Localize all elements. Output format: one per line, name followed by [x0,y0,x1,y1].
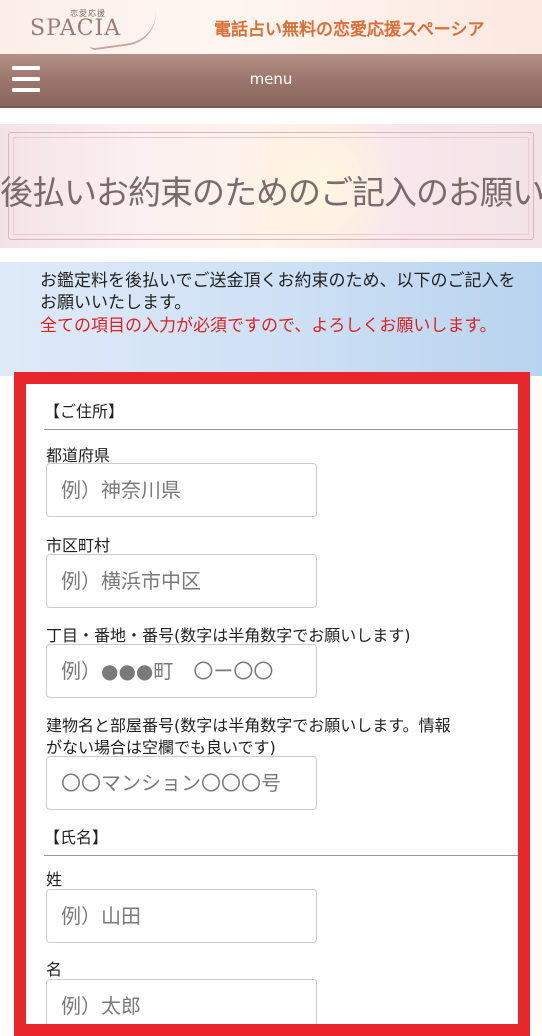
city-input[interactable] [46,554,317,608]
street-label: 丁目・番地・番号(数字は半角数字でお願いします) [46,626,411,645]
building-input[interactable] [46,756,317,810]
city-label: 市区町村 [46,536,111,555]
address-section-heading: 【ご住所】 [44,402,125,421]
first-name-input[interactable] [46,979,317,1024]
banner-heading: 後払いお約束のためのご記入のお願い [0,173,542,212]
building-label-line2: がない場合は空欄でも良いです) [46,738,276,757]
address-form: 【ご住所】 都道府県 市区町村 丁目・番地・番号(数字は半角数字でお願いします)… [14,372,530,1036]
name-divider [44,855,518,856]
name-section-heading: 【氏名】 [44,828,109,847]
site-title[interactable]: 電話占い無料の恋愛応援スペーシア [214,15,484,40]
street-input[interactable] [46,644,317,698]
building-label-line1: 建物名と部屋番号(数字は半角数字でお願いします。情報 [46,716,451,735]
nav-bar: menu [0,54,542,108]
last-name-input[interactable] [46,889,317,943]
notice-text: お鑑定料を後払いでご送金頂くお約束のため、以下のご記入をお願いいたします。 [40,271,516,313]
last-name-label: 姓 [46,870,63,889]
page-banner: 後払いお約束のためのご記入のお願い [0,124,542,248]
required-notice: 全ての項目の入力が必須ですので、よろしくお願いします。 [40,316,497,336]
prefecture-input[interactable] [46,463,317,517]
address-divider [44,429,518,430]
menu-label[interactable]: menu [0,70,542,88]
spacia-logo[interactable]: 恋愛応援 SPACIA [28,6,160,51]
site-header: 恋愛応援 SPACIA 電話占い無料の恋愛応援スペーシア [0,0,542,54]
first-name-label: 名 [46,960,63,979]
notice-box: お鑑定料を後払いでご送金頂くお約束のため、以下のご記入をお願いいたします。 全て… [0,262,542,376]
